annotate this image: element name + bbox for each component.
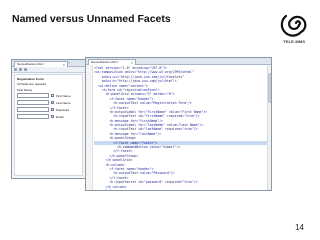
form-heading: Registration Form	[17, 77, 44, 81]
code-editor: NamedFacets.xhtml × <?xml version="1.0" …	[85, 57, 272, 191]
form-row: First Name	[17, 93, 80, 98]
browser-tabbar: NamedFacets.xhtml × +	[12, 60, 85, 67]
scrollbar-thumb[interactable]	[268, 73, 271, 103]
logo-text: TELE.MMS	[283, 39, 306, 44]
first-name-input[interactable]	[17, 93, 49, 98]
reload-icon[interactable]	[24, 68, 27, 71]
field-label: Email	[56, 114, 64, 119]
forward-icon[interactable]	[19, 68, 22, 71]
checkbox[interactable]	[51, 101, 54, 104]
code-line[interactable]: </h:form>	[94, 189, 269, 190]
back-icon[interactable]	[14, 68, 17, 71]
logo-spiral-icon	[280, 14, 307, 37]
editor-gutter	[86, 65, 93, 190]
browser-toolbar	[12, 67, 85, 73]
last-name-input[interactable]	[17, 100, 49, 105]
editor-tabbar: NamedFacets.xhtml ×	[86, 58, 271, 65]
browser-window: NamedFacets.xhtml × + Registration Form …	[11, 59, 86, 179]
password-input[interactable]	[17, 107, 49, 112]
code-content[interactable]: <?xml version="1.0" encoding="UTF-8"?> <u…	[94, 66, 269, 190]
form-row: Email	[17, 114, 80, 119]
browser-tab-title: NamedFacets.xhtml	[17, 62, 44, 66]
new-tab-icon[interactable]: +	[68, 60, 70, 66]
browser-page: Registration Form All fields are require…	[14, 74, 83, 176]
editor-scrollbar[interactable]	[267, 65, 271, 190]
email-input[interactable]	[17, 114, 49, 119]
form-row: Last Name	[17, 100, 80, 105]
checkbox[interactable]	[51, 115, 54, 118]
form-row: Password	[17, 107, 80, 112]
field-label: Last Name	[56, 100, 71, 105]
field-label: First Name	[56, 93, 71, 98]
checkbox[interactable]	[51, 108, 54, 111]
close-icon[interactable]: ×	[63, 62, 65, 67]
field-label: Password	[56, 107, 70, 112]
editor-body[interactable]: <?xml version="1.0" encoding="UTF-8"?> <u…	[86, 65, 271, 190]
slide-title: Named versus Unnamed Facets	[12, 13, 171, 25]
checkbox[interactable]	[51, 94, 54, 97]
editor-tab-title: NamedFacets.xhtml	[91, 60, 118, 64]
form-subheading: All fields are required	[17, 82, 47, 86]
page-number: 14	[295, 223, 304, 232]
browser-tab[interactable]: NamedFacets.xhtml ×	[14, 61, 68, 67]
form-field-caption: First Name	[17, 88, 33, 92]
